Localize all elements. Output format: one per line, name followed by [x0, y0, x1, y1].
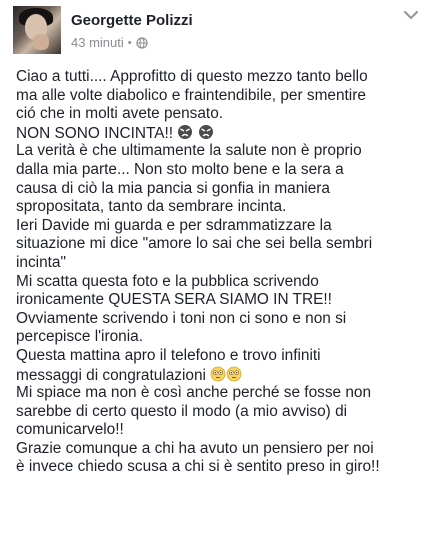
chevron-down-icon[interactable]	[402, 8, 420, 22]
flushed-face-emoji	[226, 366, 242, 381]
angry-face-emoji	[178, 124, 193, 139]
post-line: messaggi di congratulazioni	[16, 366, 431, 385]
post-line: incinta"	[16, 253, 66, 271]
post-line: ironicamente QUESTA SERA SIAMO IN TRE!!	[16, 291, 332, 309]
post-line: spropositata, tanto da sembrare incinta.	[16, 198, 287, 216]
post-line: causa di ciò la mia pancia si gonfia in …	[16, 179, 330, 197]
post-line: è invece chiedo scusa a chi si è sentito…	[16, 458, 380, 476]
post-line: NON SONO INCINTA!!	[16, 124, 431, 143]
post-line: comunicarvelo!!	[16, 421, 124, 439]
flushed-face-emoji	[210, 366, 226, 381]
post-line: percepisce l'ironia.	[16, 328, 143, 346]
post-line: Grazie comunque a chi ha avuto un pensie…	[16, 439, 374, 457]
post-line: situazione mi dice "amore lo sai che sei…	[16, 235, 373, 253]
post-line: sarebbe di certo questo il modo (a mio a…	[16, 402, 348, 420]
author-avatar[interactable]	[13, 6, 61, 54]
author-name[interactable]: Georgette Polizzi	[71, 12, 193, 29]
post-line: Mi spiace ma non è così anche perché se …	[16, 384, 372, 402]
angry-face-emoji	[198, 124, 213, 139]
globe-icon	[136, 36, 148, 49]
post-time[interactable]: 43 minuti	[71, 35, 124, 50]
meta-separator: •	[127, 36, 132, 49]
post-line: Mi scatta questa foto e la pubblica scri…	[16, 272, 319, 290]
post-line: ció che in molti avete pensato.	[16, 105, 224, 123]
post-meta: 43 minuti •	[71, 35, 148, 50]
post-line: Questa mattina apro il telefono e trovo …	[16, 346, 321, 364]
facebook-post: Georgette Polizzi 43 minuti • Ciao a tut…	[0, 0, 435, 560]
post-line: La verità è che ultimamente la salute no…	[16, 142, 362, 160]
post-text: Ciao a tutti.... Approfitto di questo me…	[16, 68, 431, 477]
post-line: Ciao a tutti.... Approfitto di questo me…	[16, 68, 368, 85]
post-line: Ovviamente scrivendo i toni non ci sono …	[16, 309, 347, 327]
post-header: Georgette Polizzi 43 minuti •	[0, 0, 435, 62]
post-line: Ieri Davide mi guarda e per sdrammatizza…	[16, 216, 332, 234]
post-line: ma alle volte diabolico e fraintendibile…	[16, 86, 366, 104]
post-line: dalla mia parte... Non sto molto bene e …	[16, 160, 344, 178]
